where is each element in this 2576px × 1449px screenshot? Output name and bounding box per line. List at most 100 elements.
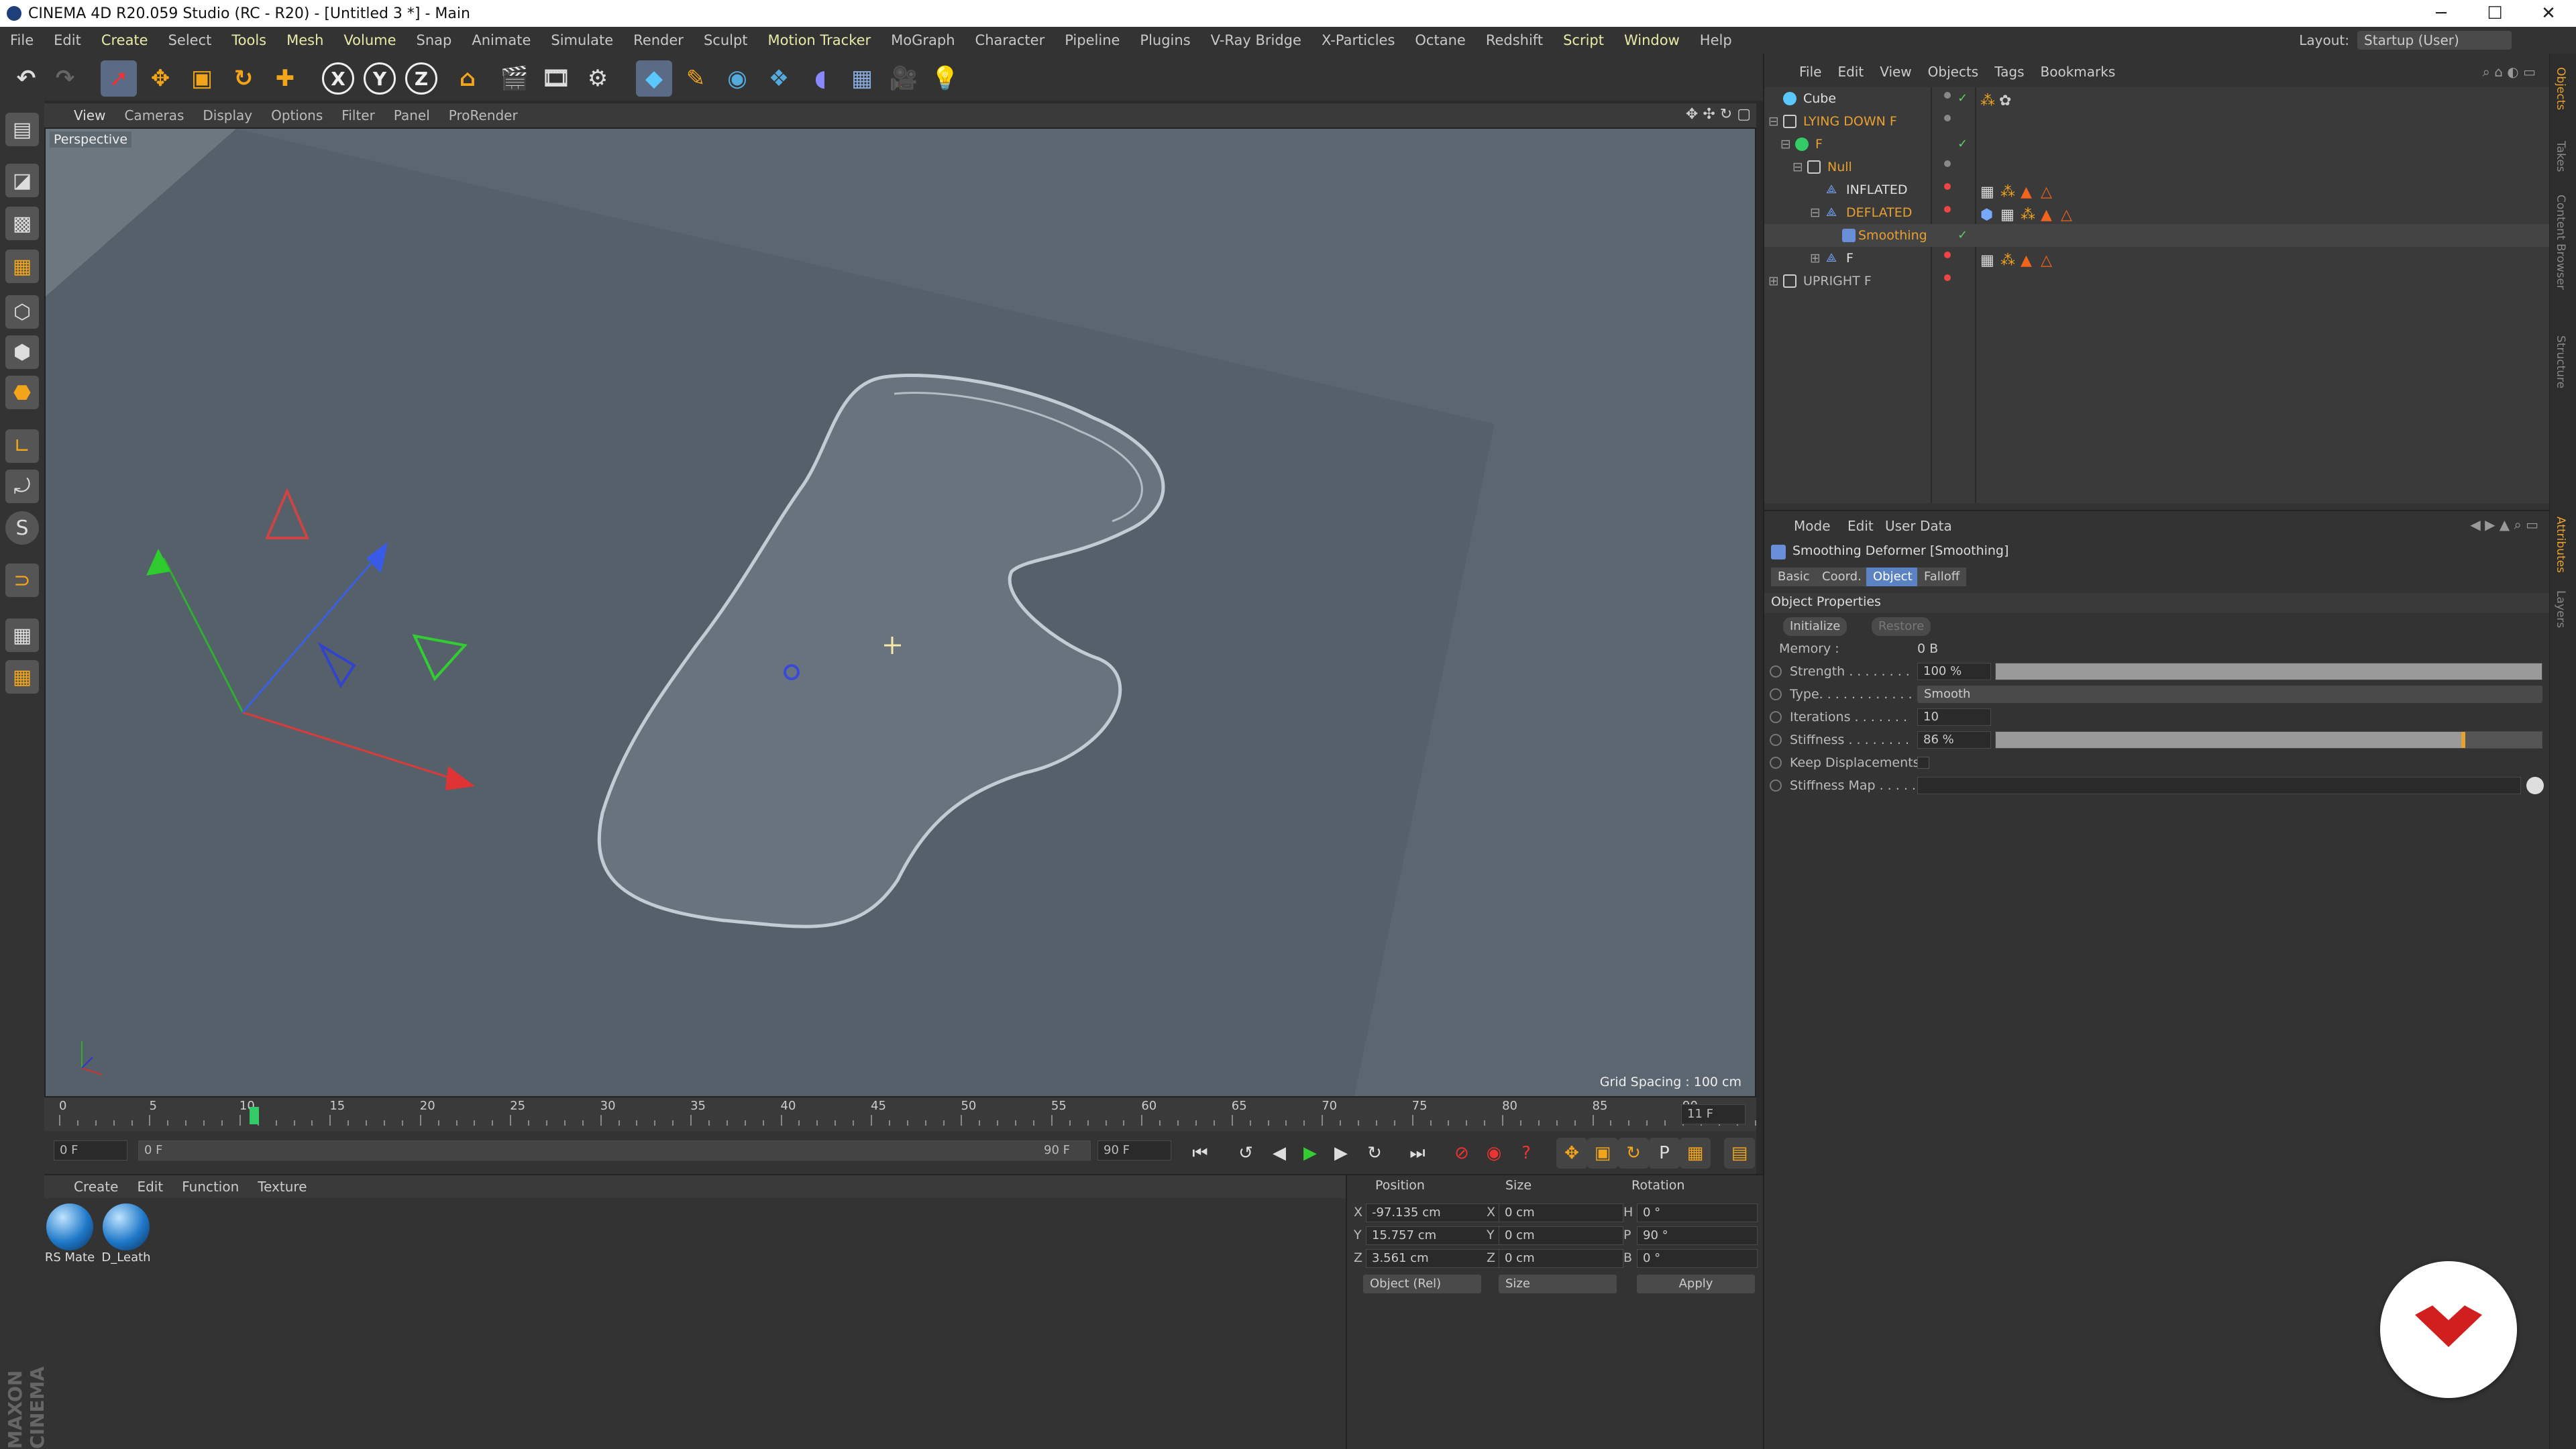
tab-falloff[interactable]: Falloff: [1917, 568, 1967, 586]
viewport-menu-options[interactable]: Options: [262, 107, 332, 123]
menu-redshift[interactable]: Redshift: [1476, 32, 1553, 48]
timeline-window-icon[interactable]: ▤: [1724, 1138, 1755, 1169]
objects-menu-bookmarks[interactable]: Bookmarks: [2033, 64, 2124, 80]
menu-snap[interactable]: Snap: [407, 32, 462, 48]
render-settings-icon[interactable]: ⚙: [580, 60, 616, 97]
right-tab-structure[interactable]: Structure: [2554, 335, 2567, 388]
right-tab-takes[interactable]: Takes: [2554, 141, 2567, 172]
rotation-p-field[interactable]: 90 °: [1637, 1226, 1758, 1245]
menu-help[interactable]: Help: [1690, 32, 1742, 48]
attr-nav-icons[interactable]: ◀ ▶ ▲ ⌕ ▭: [2470, 517, 2538, 533]
undo-icon[interactable]: ↶: [8, 60, 44, 97]
editor-visibility-dot[interactable]: [1944, 115, 1951, 121]
recent-tools-icon[interactable]: ✚: [267, 60, 303, 97]
coordinate-mode-dropdown[interactable]: Object (Rel): [1363, 1275, 1481, 1293]
stiffness-map-picker-icon[interactable]: [2526, 777, 2544, 794]
viewport-menu-filter[interactable]: Filter: [332, 107, 384, 123]
objects-menu-view[interactable]: View: [1872, 64, 1919, 80]
go-to-start-icon[interactable]: ⏮: [1185, 1138, 1216, 1169]
menu-tools[interactable]: Tools: [221, 32, 276, 48]
restore-button[interactable]: Restore: [1872, 617, 1931, 636]
tab-coord[interactable]: Coord.: [1815, 568, 1868, 586]
expand-icon[interactable]: ⊞: [1768, 270, 1779, 292]
cube-primitive-icon[interactable]: ◆: [636, 60, 672, 97]
end-frame-field[interactable]: 90 F: [1097, 1140, 1171, 1161]
menu-octane[interactable]: Octane: [1405, 32, 1475, 48]
light-icon[interactable]: 💡: [927, 60, 963, 97]
autokey-icon[interactable]: ◉: [1479, 1138, 1509, 1169]
type-dropdown[interactable]: Smooth: [1917, 686, 2542, 703]
viewport-menu-display[interactable]: Display: [193, 107, 262, 123]
y-axis-lock[interactable]: Y: [364, 62, 396, 95]
current-frame-field[interactable]: 11 F: [1681, 1104, 1746, 1124]
menu-select[interactable]: Select: [158, 32, 222, 48]
animate-radio-icon[interactable]: [1770, 688, 1782, 700]
menu-vray-bridge[interactable]: V-Ray Bridge: [1201, 32, 1311, 48]
record-parameter-icon[interactable]: P: [1649, 1138, 1680, 1169]
workplane-mode-icon[interactable]: ▦: [5, 250, 39, 283]
expand-icon[interactable]: ⊟: [1780, 133, 1791, 156]
selection-tag-icon[interactable]: ▲: [2041, 204, 2052, 227]
scale-tool-icon[interactable]: ▣: [184, 60, 220, 97]
expand-icon[interactable]: ⊟: [1768, 110, 1779, 133]
selection-tag-icon[interactable]: △: [2061, 204, 2072, 227]
expand-icon[interactable]: ⊞: [1810, 247, 1821, 270]
object-row-inflated[interactable]: ⟁ INFLATED ▦ ⁂ ▲ △: [1764, 178, 2549, 201]
position-z-field[interactable]: 3.561 cm: [1366, 1249, 1500, 1268]
texture-tag-icon[interactable]: ▦: [2000, 204, 2015, 227]
texture-tag-icon[interactable]: ▦: [1980, 181, 1994, 204]
x-axis-lock[interactable]: X: [322, 62, 354, 95]
maximize-button[interactable]: ☐: [2465, 0, 2525, 27]
material-menu-edit[interactable]: Edit: [127, 1179, 172, 1195]
tag-icon[interactable]: ✿: [1999, 90, 2011, 113]
material-swatch[interactable]: D_Leath: [101, 1203, 152, 1265]
rotation-b-field[interactable]: 0 °: [1637, 1249, 1758, 1268]
magnet-icon[interactable]: ⊃: [5, 564, 39, 597]
model-mode-icon[interactable]: ◪: [5, 164, 39, 197]
editor-visibility-dot[interactable]: [1944, 252, 1951, 258]
texture-tag-icon[interactable]: ▦: [1980, 250, 1994, 272]
menu-window[interactable]: Window: [1614, 32, 1690, 48]
objects-menu-edit[interactable]: Edit: [1829, 64, 1872, 80]
keyframe-selection-icon[interactable]: ?: [1511, 1138, 1542, 1169]
subdivision-surface-icon[interactable]: ◉: [719, 60, 755, 97]
object-row-upright-f[interactable]: ⊞ UPRIGHT F: [1764, 270, 2549, 292]
menu-render[interactable]: Render: [623, 32, 694, 48]
record-active-icon[interactable]: ⊘: [1446, 1138, 1477, 1169]
floor-scene-icon[interactable]: ▦: [844, 60, 880, 97]
object-manager-search-icons[interactable]: ⌕ ⌂ ◐ ▭: [2483, 64, 2536, 80]
stiffness-field[interactable]: 86 %: [1917, 731, 1991, 749]
tag-icon[interactable]: ⁂: [1980, 90, 1995, 113]
phong-tag-icon[interactable]: ⁂: [2021, 204, 2035, 227]
editor-visibility-dot[interactable]: [1944, 92, 1951, 99]
menu-mograph[interactable]: MoGraph: [881, 32, 965, 48]
selection-tool-icon[interactable]: ➚: [101, 60, 137, 97]
menu-character[interactable]: Character: [965, 32, 1055, 48]
attr-menu-mode[interactable]: Mode: [1794, 518, 1831, 534]
expand-icon[interactable]: ⊟: [1792, 156, 1803, 178]
right-tab-objects[interactable]: Objects: [2554, 67, 2567, 110]
z-axis-lock[interactable]: Z: [405, 62, 437, 95]
material-swatch[interactable]: RS Mate: [44, 1203, 95, 1265]
menu-sculpt[interactable]: Sculpt: [694, 32, 758, 48]
cloth-tag-icon[interactable]: ⬢: [1980, 204, 1993, 227]
rotate-tool-icon[interactable]: ↻: [225, 60, 262, 97]
editor-visibility-dot[interactable]: [1944, 183, 1951, 190]
menu-x-particles[interactable]: X-Particles: [1311, 32, 1405, 48]
right-tab-content-browser[interactable]: Content Browser: [2554, 195, 2567, 290]
selection-tag-icon[interactable]: ▲: [2021, 250, 2032, 272]
viewport-menu-prorender[interactable]: ProRender: [439, 107, 527, 123]
polygons-mode-icon[interactable]: ⬣: [5, 376, 39, 409]
enabled-check-icon[interactable]: ✓: [1957, 133, 1968, 156]
deformer-icon[interactable]: ◖: [802, 60, 839, 97]
texture-mode-icon[interactable]: ▩: [5, 207, 39, 240]
phong-tag-icon[interactable]: ⁂: [2000, 181, 2015, 204]
viewport-nav-icons[interactable]: ✥ ✣ ↻ ▢: [1686, 106, 1751, 123]
object-row-cube[interactable]: Cube ✓ ⁂ ✿: [1764, 87, 2549, 110]
object-row-deflated[interactable]: ⊟ ⟁ DEFLATED ⬢ ▦ ⁂ ▲ △: [1764, 201, 2549, 224]
viewport-menu-cameras[interactable]: Cameras: [115, 107, 193, 123]
animate-radio-icon[interactable]: [1770, 665, 1782, 678]
make-editable-icon[interactable]: ▤: [5, 113, 39, 146]
menu-simulate[interactable]: Simulate: [541, 32, 623, 48]
initialize-button[interactable]: Initialize: [1783, 617, 1847, 636]
